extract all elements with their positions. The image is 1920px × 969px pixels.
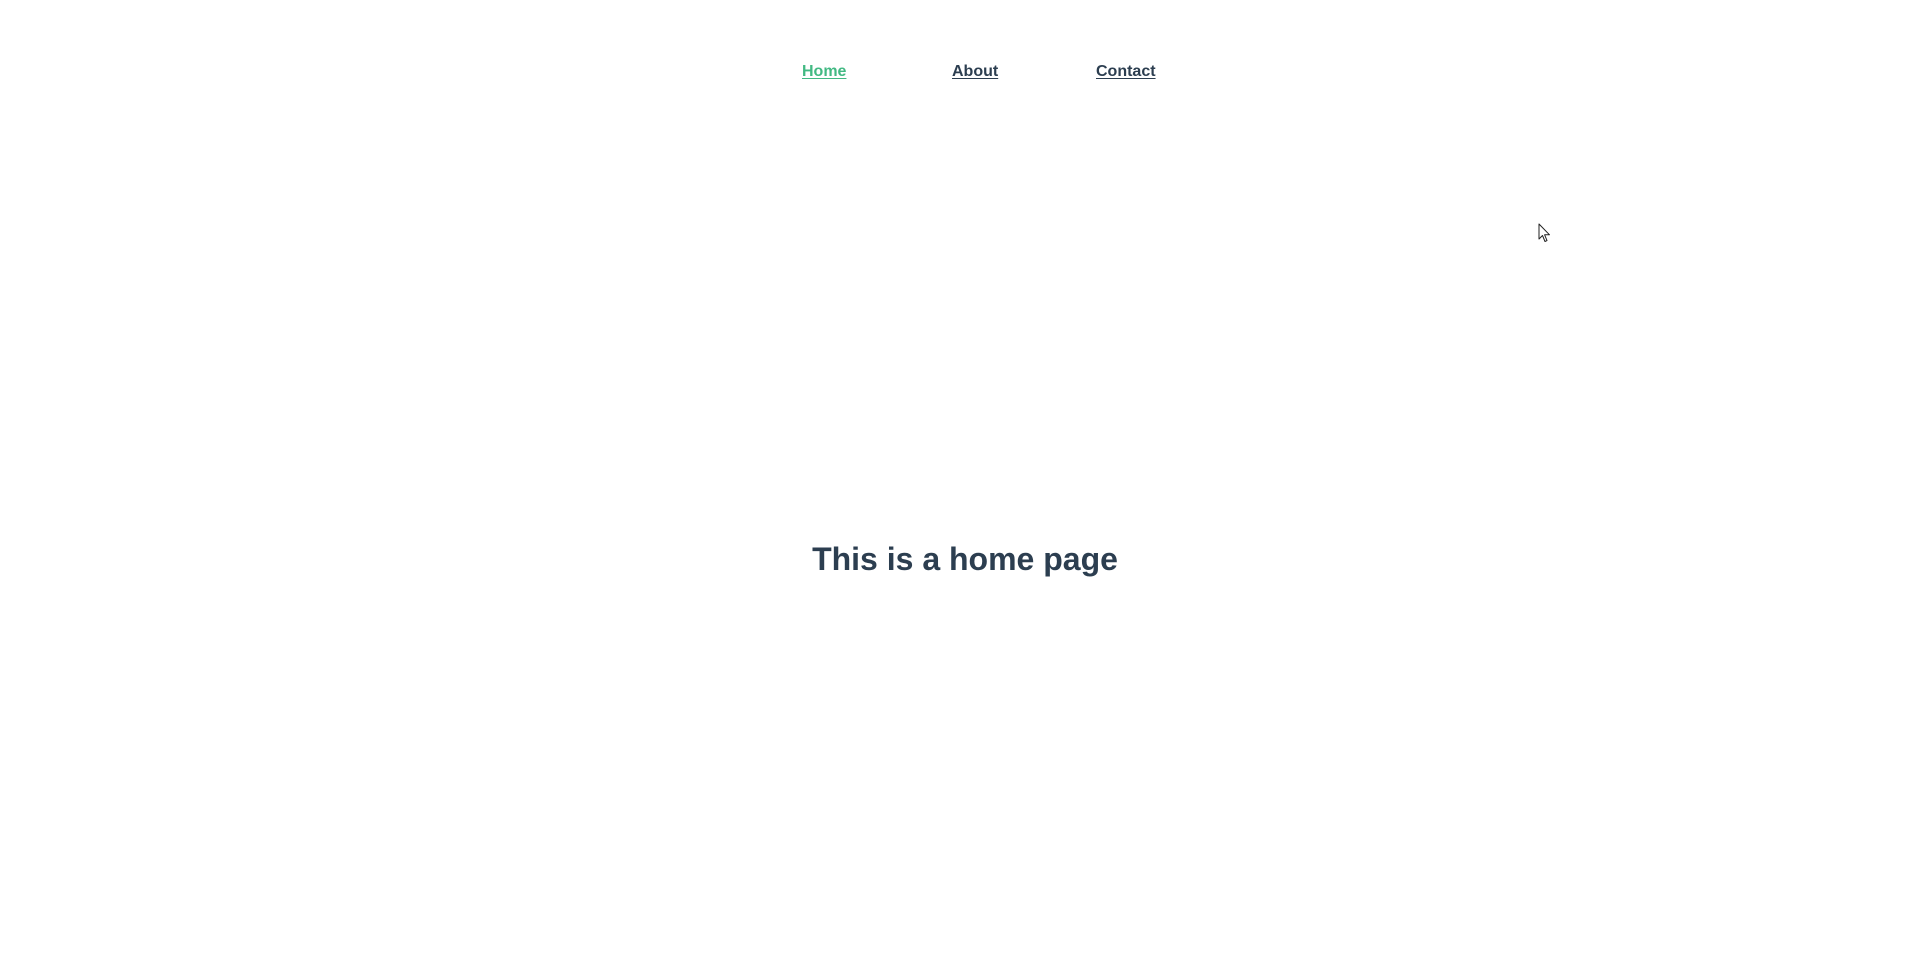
nav-link-about[interactable]: About	[952, 63, 998, 81]
page-title: This is a home page	[812, 541, 1118, 577]
nav-link-contact[interactable]: Contact	[1096, 63, 1156, 81]
main-nav: Home About Contact	[0, 63, 1920, 85]
mouse-pointer-icon	[1538, 223, 1550, 242]
nav-link-home[interactable]: Home	[802, 63, 846, 81]
